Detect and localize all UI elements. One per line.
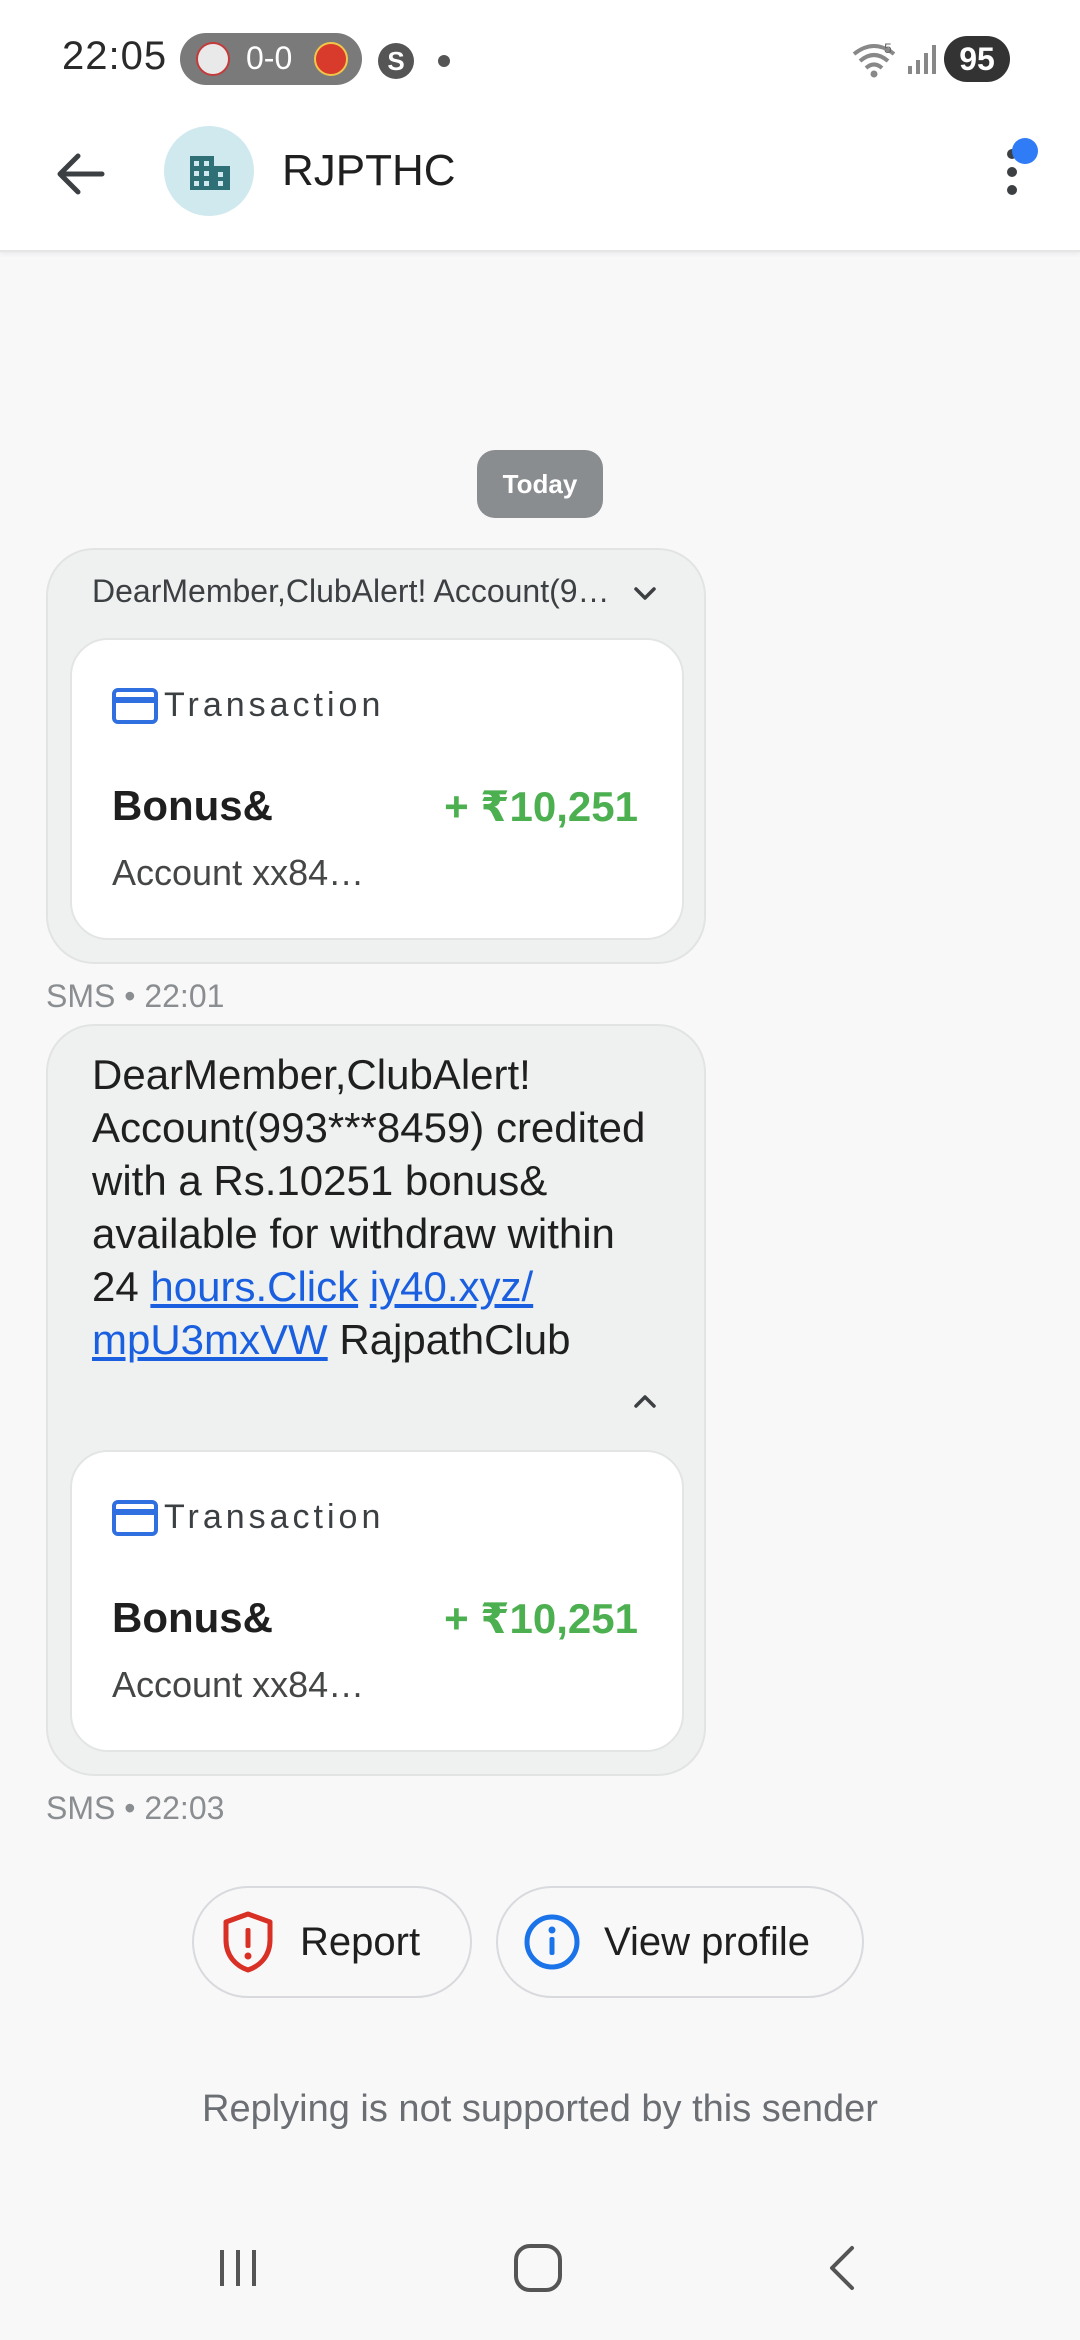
message-text-tail: RajpathClub (339, 1316, 571, 1363)
message-timestamp: SMS • 22:01 (46, 978, 225, 1014)
transaction-account: Account xx84… (112, 852, 365, 893)
report-label: Report (300, 1920, 421, 1964)
message-link-part: iy40.xyz/ (369, 1263, 534, 1310)
credit-card-icon (112, 688, 158, 729)
transaction-card-label: Transaction (164, 686, 385, 724)
message-body: DearMember,ClubAlert! Account(993***8459… (92, 1048, 652, 1366)
chevron-down-icon (634, 587, 656, 600)
back-nav-button[interactable] (820, 2244, 868, 2297)
wifi-icon: 5 (852, 40, 900, 85)
more-notifications-dot-icon (438, 55, 450, 67)
view-profile-label: View profile (604, 1920, 811, 1964)
business-building-icon (190, 156, 230, 190)
live-score-text: 0-0 (246, 40, 293, 76)
credit-card-icon (112, 1500, 158, 1541)
message-preview-text: DearMember,ClubAlert! Account(9… (92, 573, 610, 609)
transaction-title: Bonus& (112, 782, 273, 829)
message-link-part: mpU3mxVW (92, 1316, 328, 1363)
report-shield-icon (220, 1910, 276, 1979)
cell-signal-icon (906, 42, 940, 81)
message-link[interactable]: hours.Click (150, 1263, 358, 1310)
transaction-amount: + ₹10,251 (444, 1595, 638, 1642)
transaction-amount: + ₹10,251 (444, 783, 638, 830)
info-icon (522, 1912, 582, 1977)
recent-apps-icon (220, 2250, 256, 2286)
back-button[interactable] (44, 138, 116, 210)
date-divider-chip: Today (477, 450, 603, 518)
contact-name[interactable]: RJPTHC (282, 146, 456, 196)
chevron-up-icon (634, 1395, 656, 1408)
message-timestamp: SMS • 22:03 (46, 1790, 225, 1826)
live-score-chip[interactable]: 0-0 (180, 33, 362, 85)
battery-level-badge: 95 (944, 36, 1010, 82)
notification-dot-icon (1012, 138, 1038, 164)
contact-avatar[interactable] (164, 126, 254, 216)
home-button[interactable] (512, 2242, 564, 2299)
chevron-left-icon (830, 2246, 854, 2290)
transaction-card-label: Transaction (164, 1498, 385, 1536)
status-time: 22:05 (62, 34, 168, 78)
transaction-title: Bonus& (112, 1594, 273, 1641)
app-bar (0, 118, 1080, 252)
home-icon (514, 2244, 562, 2292)
collapse-message-button[interactable] (630, 1386, 660, 1421)
arrow-back-icon (57, 153, 105, 195)
recent-apps-button[interactable] (214, 2244, 262, 2297)
transaction-account: Account xx84… (112, 1664, 365, 1705)
s-app-icon: S (378, 43, 414, 79)
team-crest-icon (314, 42, 348, 76)
reply-not-supported-note: Replying is not supported by this sender (202, 2088, 878, 2130)
wifi-badge: 5 (884, 40, 892, 56)
expand-message-button[interactable] (630, 578, 660, 613)
team-crest-icon (196, 42, 230, 76)
